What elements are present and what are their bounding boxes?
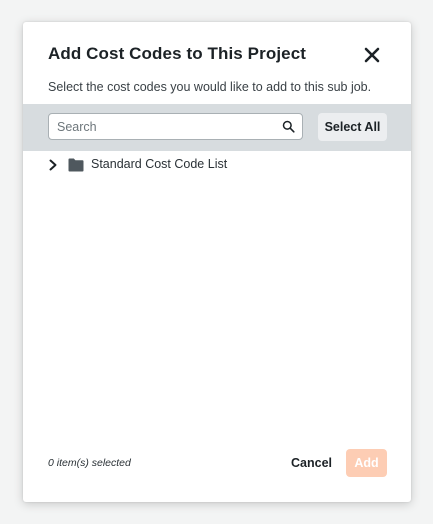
dialog-title: Add Cost Codes to This Project (48, 44, 307, 63)
selected-count-text: 0 item(s) selected (48, 457, 131, 469)
add-button[interactable]: Add (346, 449, 387, 477)
search-input[interactable] (57, 114, 272, 139)
close-button[interactable] (361, 44, 383, 66)
cancel-button[interactable]: Cancel (287, 450, 336, 476)
chevron-right-icon[interactable] (48, 159, 58, 171)
add-cost-codes-dialog: Add Cost Codes to This Project Select th… (23, 22, 411, 502)
search-icon[interactable] (282, 120, 295, 133)
folder-icon (68, 158, 84, 172)
dialog-subtitle: Select the cost codes you would like to … (48, 80, 372, 94)
close-icon[interactable] (361, 44, 383, 66)
search-toolbar: Select All (23, 104, 411, 151)
select-all-button[interactable]: Select All (318, 113, 387, 141)
tree-item-label: Standard Cost Code List (91, 157, 228, 171)
search-field[interactable] (48, 113, 303, 140)
tree-item-standard-cost-code-list[interactable]: Standard Cost Code List (45, 155, 375, 175)
